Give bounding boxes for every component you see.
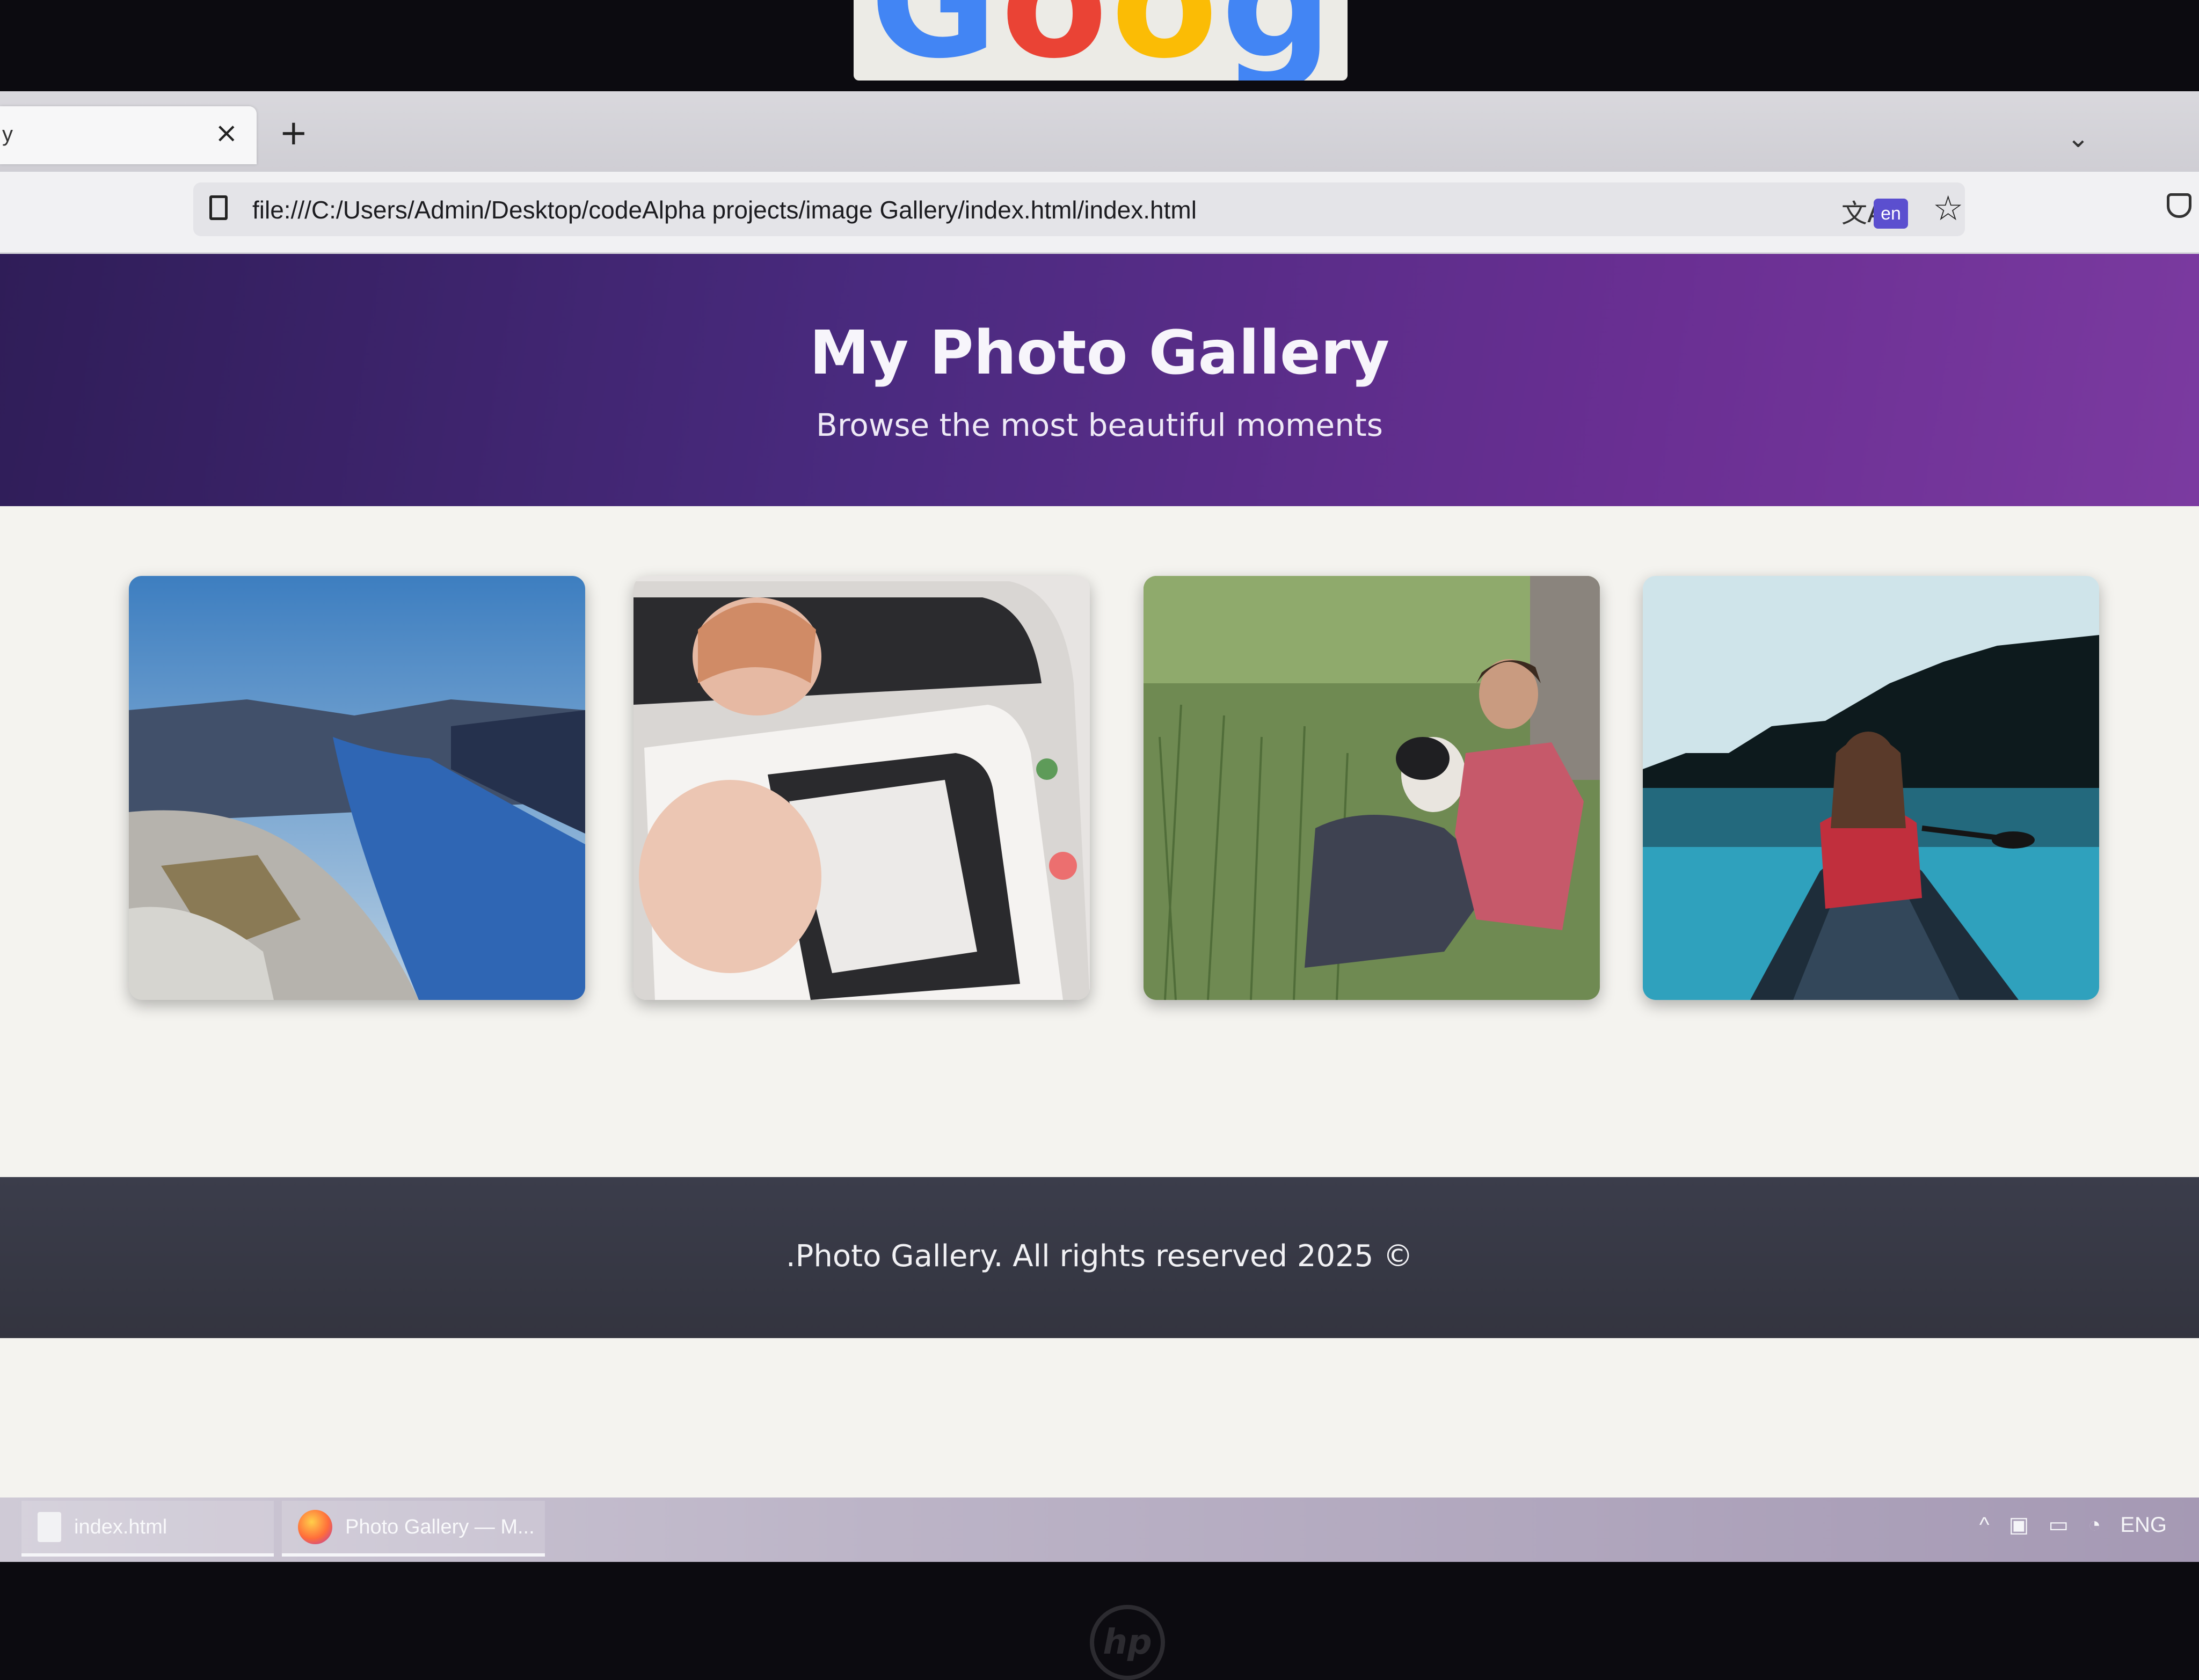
fjord-landscape-image[interactable] [129, 576, 585, 1000]
photo-gallery [129, 576, 2099, 1016]
url-text[interactable]: file:///C:/Users/Admin/Desktop/codeAlpha… [252, 195, 1197, 224]
address-bar[interactable]: file:///C:/Users/Admin/Desktop/codeAlpha… [193, 182, 1965, 236]
page-subtitle: Browse the most beautiful moments [816, 407, 1383, 443]
tab-list-chevron-icon[interactable]: ⌄ [2067, 122, 2089, 154]
file-icon [38, 1512, 61, 1542]
man-with-dog-in-grass-image[interactable] [1144, 576, 1600, 1000]
nav-bar: file:///C:/Users/Admin/Desktop/codeAlpha… [0, 172, 2199, 254]
system-tray: ^ ▣ ▭ ◔ ENG [1979, 1513, 2167, 1537]
tab-title: y [2, 122, 13, 146]
language-indicator[interactable]: ENG [2120, 1513, 2167, 1537]
page-footer: .Photo Gallery. All rights reserved 2025… [0, 1177, 2199, 1338]
taskbar-item-label: index.html [74, 1515, 168, 1538]
page-icon [209, 195, 228, 220]
tray-chevron-icon[interactable]: ^ [1979, 1513, 1990, 1537]
taskbar-item-index-html[interactable]: index.html [21, 1501, 274, 1557]
taskbar-item-firefox[interactable]: Photo Gallery — M... [282, 1501, 545, 1557]
woman-in-canoe-image[interactable] [1643, 576, 2099, 1000]
translate-language-badge[interactable]: en [1874, 199, 1908, 229]
hp-logo: hp [1090, 1605, 1165, 1680]
woman-in-van-image[interactable] [634, 576, 1090, 1000]
tab-bar: y × + ⌄ [0, 91, 2199, 172]
close-tab-icon[interactable]: × [215, 117, 238, 149]
camera-icon[interactable]: ▣ [2009, 1513, 2029, 1537]
firefox-icon [298, 1510, 332, 1544]
new-tab-icon[interactable]: + [279, 116, 308, 150]
battery-icon[interactable]: ▭ [2048, 1513, 2069, 1537]
taskbar: index.html Photo Gallery — M... ^ ▣ ▭ ◔ … [0, 1498, 2199, 1562]
footer-copyright: .Photo Gallery. All rights reserved 2025… [785, 1239, 1414, 1274]
taskbar-item-label: Photo Gallery — M... [345, 1515, 535, 1538]
page-header: My Photo Gallery Browse the most beautif… [0, 254, 2199, 506]
pocket-icon[interactable] [2167, 193, 2191, 218]
google-sticker: Google [854, 0, 1348, 81]
screen: y × + ⌄ file:///C:/Users/Admin/Desktop/c… [0, 91, 2199, 1562]
web-page: My Photo Gallery Browse the most beautif… [0, 254, 2199, 1467]
page-title: My Photo Gallery [809, 318, 1390, 388]
bookmark-star-icon[interactable]: ☆ [1933, 189, 1963, 229]
wifi-icon[interactable]: ◔ [2088, 1513, 2101, 1537]
browser-tab[interactable]: y × [0, 106, 257, 164]
